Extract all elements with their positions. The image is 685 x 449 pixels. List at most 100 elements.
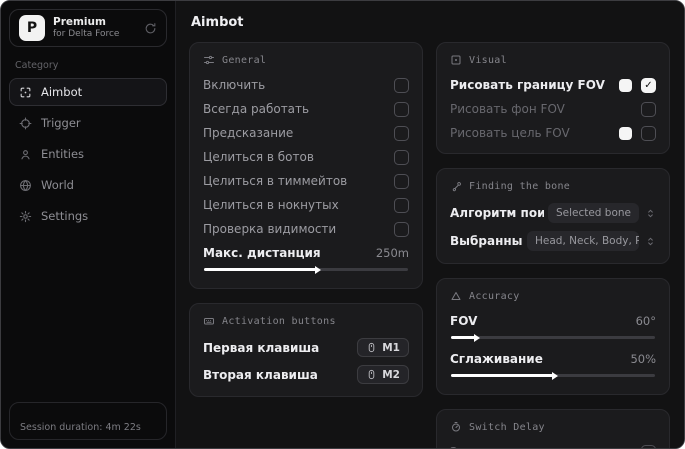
color-swatch[interactable] [619,78,632,92]
visual-label: Рисовать цель FOV [450,126,570,140]
checkbox[interactable] [394,125,409,141]
checkbox[interactable] [394,221,409,237]
checkbox[interactable] [641,444,656,448]
scan-crosshair-icon [19,86,32,99]
visual-card-header: Visual [450,54,656,66]
session-duration-box: Session duration: 4m 22s [9,402,167,440]
left-column: General Включить Всегда работать Предска… [189,42,423,397]
checkbox[interactable] [641,125,656,141]
toggle-row: Всегда работать [203,101,409,117]
sidebar-item-label: Entities [41,147,85,161]
finding-bone-card: Finding the bone Алгоритм поиска кост Se… [436,168,670,264]
keybind-button-m2[interactable]: M2 [357,365,409,384]
keybind-key: M2 [382,368,400,381]
bone-algorithm-dropdown[interactable]: Selected bone [547,203,639,223]
sidebar-item-world[interactable]: World [9,171,167,199]
content-columns: General Включить Всегда работать Предска… [189,42,670,448]
toggle-row: Целиться в нокнутых [203,197,409,213]
switch-delay-card-header: Switch Delay [450,421,656,433]
frame-icon [450,54,462,66]
visual-label: Рисовать фон FOV [450,102,565,116]
logo-letter: P [26,20,38,36]
visual-controls [619,125,656,141]
sidebar-item-entities[interactable]: Entities [9,140,167,168]
app-logo: P [19,15,45,41]
accuracy-card: Accuracy FOV 60° Сглаживание 50% [436,278,670,395]
premium-subtitle: for Delta Force [53,28,120,39]
visual-label: Рисовать границу FOV [450,78,605,92]
checkbox[interactable] [641,77,656,93]
toggle-row: Целиться в ботов [203,149,409,165]
slider-value: 250m [375,246,409,260]
card-title-text: Activation buttons [222,315,336,327]
checkbox[interactable] [394,77,409,93]
toggle-label: Проверка видимости [203,222,337,236]
sync-icon[interactable] [144,22,157,35]
dropdown-row: Выбранные кос Head, Neck, Body, Pe... [450,231,656,251]
sidebar-item-label: Settings [41,209,89,223]
card-title-text: General [222,54,267,66]
slider-value: 60° [635,314,656,328]
checkbox[interactable] [394,149,409,165]
slider-value: 50% [630,352,656,366]
visual-row: Рисовать цель FOV [450,125,656,141]
color-swatch[interactable] [619,126,632,140]
dropdown-label: Алгоритм поиска кост [450,206,544,220]
category-label: Category [15,60,59,71]
main-panel: Aimbot General Включить Всегда работать … [176,1,684,448]
checkbox[interactable] [394,197,409,213]
toggle-row: Включить [203,77,409,93]
premium-title: Premium [53,15,106,28]
sidebar-item-label: Trigger [41,116,81,130]
smoothing-slider[interactable] [451,374,655,377]
crosshair-icon [19,117,32,130]
sidebar-item-settings[interactable]: Settings [9,202,167,230]
keybind-key: M1 [382,341,400,354]
dropdown-row: Алгоритм поиска кост Selected bone [450,203,656,223]
accuracy-card-header: Accuracy [450,290,656,302]
dropdown-value: Selected bone [555,207,631,219]
person-icon [19,148,32,161]
toggle-row: Задержка переключения [450,444,656,448]
fov-slider[interactable] [451,336,655,339]
checkbox[interactable] [394,101,409,117]
toggle-row: Предсказание [203,125,409,141]
max-distance-slider[interactable] [204,268,408,271]
checkbox[interactable] [641,101,656,117]
chevrons-up-down-icon[interactable] [645,236,656,247]
toggle-label: Целиться в тиммейтов [203,174,348,188]
toggle-label: Включить [203,78,266,92]
keybind-button-m1[interactable]: M1 [357,338,409,357]
dropdown-value: Head, Neck, Body, Pe... [535,235,639,247]
toggle-row: Целиться в тиммейтов [203,173,409,189]
activation-card-header: Activation buttons [203,315,409,327]
general-card-header: General [203,54,409,66]
keybind-label: Первая клавиша [203,340,320,355]
toggle-label: Всегда работать [203,102,310,116]
sidebar-item-aimbot[interactable]: Aimbot [9,78,167,106]
visual-card: Visual Рисовать границу FOV Рисовать фон… [436,42,670,154]
sidebar-item-trigger[interactable]: Trigger [9,109,167,137]
session-duration-text: Session duration: 4m 22s [20,422,141,433]
timer-icon [450,421,462,433]
checkbox[interactable] [394,173,409,189]
slider-fill [451,374,553,377]
general-card: General Включить Всегда работать Предска… [189,42,423,289]
toggle-row: Проверка видимости [203,221,409,237]
premium-card: P Premium for Delta Force [9,9,167,47]
tune-icon [203,54,215,66]
slider-label-row: FOV 60° [450,313,656,329]
chevrons-up-down-icon[interactable] [645,208,656,219]
selected-bones-dropdown[interactable]: Head, Neck, Body, Pe... [527,231,639,251]
sidebar: P Premium for Delta Force Category Aimbo… [1,1,176,448]
gear-icon [19,210,32,223]
card-title-text: Visual [469,54,507,66]
slider-fill [451,336,476,339]
keyboard-icon [203,315,215,327]
mouse-icon [366,369,377,380]
slider-fill [204,268,317,271]
visual-row: Рисовать границу FOV [450,77,656,93]
keybind-row: Вторая клавиша M2 [203,365,409,384]
bone-card-header: Finding the bone [450,180,656,192]
